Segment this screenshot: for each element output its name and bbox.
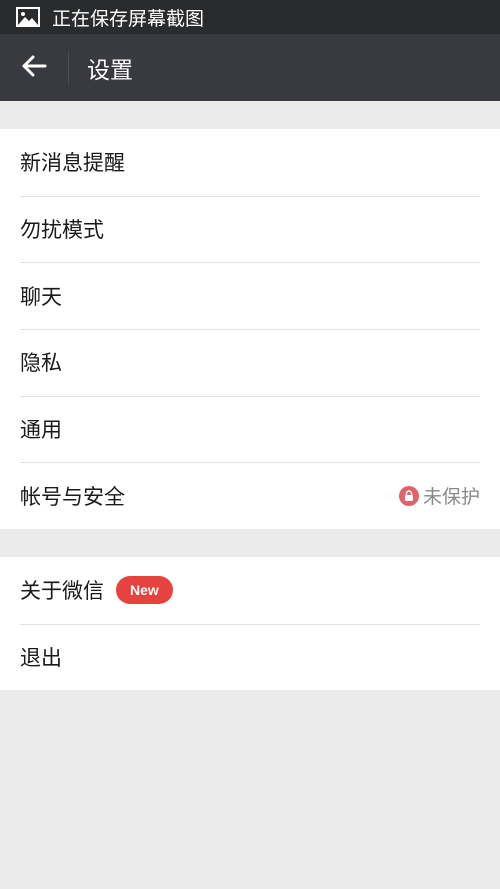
status-text: 正在保存屏幕截图 (52, 7, 205, 30)
protection-status-text: 未保护 (422, 486, 480, 509)
settings-item-logout[interactable]: 退出 (0, 623, 500, 691)
new-badge: New (116, 576, 173, 605)
settings-item-chat[interactable]: 聊天 (0, 262, 500, 329)
status-bar: 正在保存屏幕截图 (0, 0, 500, 34)
settings-item-about-wechat[interactable]: 关于微信 New (0, 557, 500, 624)
settings-item-label: 新消息提醒 (20, 151, 125, 176)
image-icon (16, 7, 40, 27)
arrow-left-icon (21, 54, 47, 82)
settings-item-do-not-disturb[interactable]: 勿扰模式 (0, 195, 500, 263)
settings-item-label: 隐私 (20, 351, 62, 376)
settings-item-label: 帐号与安全 (20, 484, 125, 509)
settings-item-label: 勿扰模式 (20, 218, 104, 243)
settings-group-about: 关于微信 New 退出 (0, 557, 500, 691)
settings-item-label: 关于微信 (20, 579, 104, 604)
settings-item-general[interactable]: 通用 (0, 395, 500, 463)
title-divider (68, 50, 69, 85)
settings-item-new-message-alert[interactable]: 新消息提醒 (0, 129, 500, 196)
settings-item-label: 退出 (20, 646, 62, 671)
settings-item-privacy[interactable]: 隐私 (0, 329, 500, 396)
page-title: 设置 (87, 57, 133, 84)
protection-status: 未保护 (398, 482, 480, 509)
title-bar: 设置 (0, 34, 500, 101)
settings-group-main: 新消息提醒 勿扰模式 聊天 隐私 通用 帐号与安全 未保护 (0, 129, 500, 530)
lock-icon (398, 485, 419, 506)
settings-item-label: 聊天 (20, 284, 62, 309)
back-button[interactable] (0, 34, 68, 101)
settings-item-account-security[interactable]: 帐号与安全 未保护 (0, 462, 500, 529)
settings-item-label: 通用 (20, 418, 62, 443)
